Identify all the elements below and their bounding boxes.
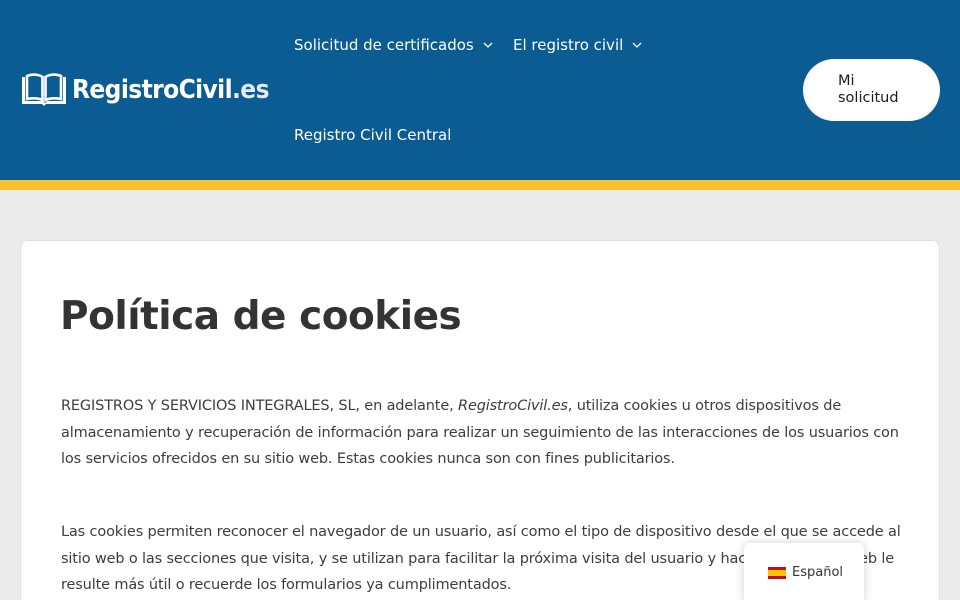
nav-label: El registro civil [513,36,624,54]
nav-label: Registro Civil Central [294,126,452,144]
nav-label: Solicitud de certificados [294,36,474,54]
header-accent-stripe [0,180,960,190]
site-logo[interactable]: RegistroCivil.es [20,72,270,108]
language-switcher[interactable]: Español [744,543,864,600]
logo-text: RegistroCivil.es [72,75,270,105]
nav-solicitud-certificados[interactable]: Solicitud de certificados [294,34,493,56]
language-label: Español [792,565,844,580]
mi-solicitud-button[interactable]: Mi solicitud [803,59,940,121]
chevron-down-icon [632,42,642,48]
intro-paragraph: REGISTROS Y SERVICIOS INTEGRALES, SL, en… [61,398,899,467]
book-icon [22,73,66,106]
page-title: Política de cookies [60,294,462,339]
cta-label: Mi solicitud [838,73,899,106]
nav-el-registro-civil[interactable]: El registro civil [513,34,642,56]
chevron-down-icon [483,42,493,48]
spain-flag-icon [768,567,786,579]
nav-registro-civil-central[interactable]: Registro Civil Central [294,124,451,146]
